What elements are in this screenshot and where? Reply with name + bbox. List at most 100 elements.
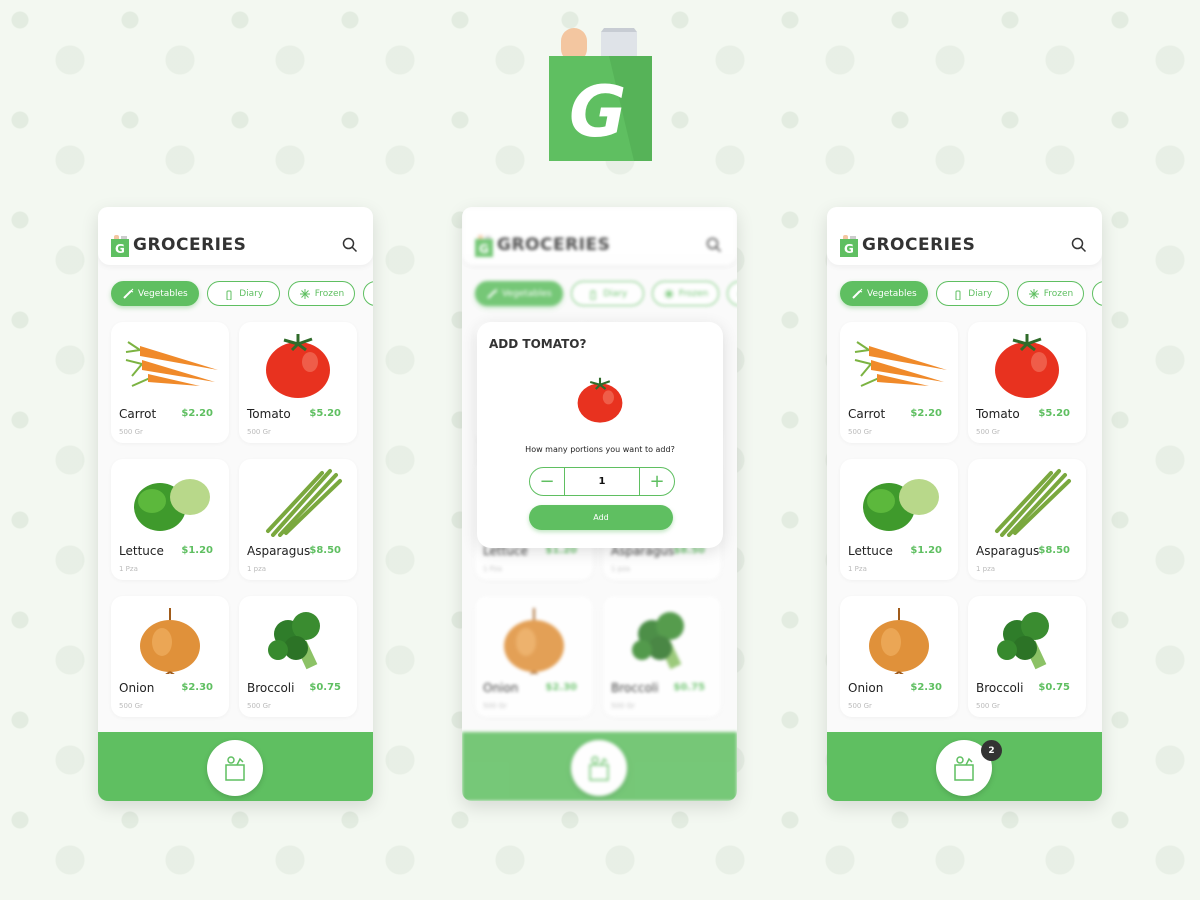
decrement-button[interactable]: −	[530, 468, 564, 495]
category-tab[interactable]: Frozen	[1016, 281, 1085, 306]
search-icon[interactable]	[342, 237, 358, 253]
category-label: Vegetables	[138, 288, 188, 299]
product-price: $0.75	[309, 682, 341, 693]
product-name: Tomato	[247, 407, 291, 421]
category-label: Vegetables	[867, 288, 917, 299]
add-button[interactable]: Add	[529, 505, 673, 530]
app-logo-small: G	[475, 235, 493, 257]
product-name: Lettuce	[119, 544, 164, 558]
svg-text:G: G	[115, 242, 125, 256]
tomato-image	[577, 377, 623, 423]
lettuce-image	[134, 479, 210, 531]
product-price: $8.50	[309, 545, 341, 556]
product-unit: 500 Gr	[247, 428, 271, 436]
app-title: GROCERIES	[862, 235, 976, 255]
category-tab[interactable]: Vegetables	[840, 281, 928, 306]
app-logo-small: G	[111, 235, 129, 257]
grocery-bag-icon	[954, 756, 974, 781]
product-card[interactable]: Carrot $2.20 500 Gr	[840, 322, 958, 443]
app-title: GROCERIES	[497, 235, 611, 255]
product-card[interactable]: Asparagus $8.50 1 pza	[968, 459, 1086, 580]
grocery-bag-icon	[225, 756, 245, 781]
cart-button[interactable]	[207, 740, 263, 796]
product-card[interactable]: Tomato $5.20 500 Gr	[968, 322, 1086, 443]
category-tab[interactable]: Vegetables	[475, 281, 563, 306]
product-price: $2.30	[181, 682, 213, 693]
product-unit: 500 Gr	[976, 428, 1000, 436]
product-price: $1.20	[181, 545, 213, 556]
app-header: G GROCERIES	[462, 207, 737, 265]
phone-screen-cart: G GROCERIES Vegetables Diary Frozen Meat Ca…	[827, 207, 1102, 801]
product-price: $2.20	[181, 408, 213, 419]
product-name: Tomato	[976, 407, 1020, 421]
category-label: Diary	[968, 288, 993, 299]
product-name: Onion	[483, 681, 519, 695]
bottle-icon	[590, 290, 596, 300]
search-icon[interactable]	[706, 237, 722, 253]
cart-button[interactable]	[571, 740, 627, 796]
product-unit: 500 Gr	[247, 702, 271, 710]
svg-text:G: G	[569, 71, 626, 153]
product-unit: 1 Pza	[483, 565, 502, 573]
product-price: $2.30	[545, 682, 577, 693]
dialog-title: ADD TOMATO?	[489, 337, 587, 351]
search-icon[interactable]	[1071, 237, 1087, 253]
app-header: G GROCERIES	[827, 207, 1102, 265]
product-unit: 500 Gr	[976, 702, 1000, 710]
product-unit: 1 pza	[611, 565, 631, 573]
lettuce-image	[863, 479, 939, 531]
category-label: Frozen	[678, 288, 709, 299]
category-tab[interactable]: Diary	[206, 281, 280, 306]
product-price: $5.20	[309, 408, 341, 419]
product-name: Lettuce	[848, 544, 893, 558]
phone-screen-list: G GROCERIES Vegetables Diary Frozen Meat Ca…	[98, 207, 373, 801]
product-card[interactable]: Lettuce $1.20 1 Pza	[840, 459, 958, 580]
product-unit: 500 Gr	[611, 702, 635, 710]
grocery-bag-icon	[589, 756, 609, 781]
product-card[interactable]: Onion $2.30 500 Gr	[475, 596, 593, 717]
product-price: $8.50	[1038, 545, 1070, 556]
category-tab[interactable]: Frozen	[287, 281, 356, 306]
category-tab[interactable]: Diary	[570, 281, 644, 306]
category-tab[interactable]: Frozen	[651, 281, 720, 306]
product-name: Onion	[848, 681, 884, 695]
product-unit: 500 Gr	[848, 428, 872, 436]
carrot-icon	[852, 288, 863, 299]
product-card[interactable]: Asparagus $8.50 1 pza	[239, 459, 357, 580]
product-price: $0.75	[673, 682, 705, 693]
category-tabs: Vegetables Diary Frozen Meat	[475, 281, 737, 306]
increment-button[interactable]: +	[640, 468, 674, 495]
svg-text:G: G	[844, 242, 854, 256]
category-tab[interactable]: Meat	[727, 281, 737, 306]
dialog-question: How many portions you want to add?	[525, 445, 675, 454]
product-unit: 500 Gr	[848, 702, 872, 710]
tomato-image	[995, 334, 1059, 398]
category-tabs: Vegetables Diary Frozen Meat	[840, 281, 1102, 306]
product-card[interactable]: Lettuce $1.20 1 Pza	[111, 459, 229, 580]
quantity-input[interactable]: 1	[564, 468, 640, 495]
product-card[interactable]: Broccoli $0.75 500 Gr	[603, 596, 721, 717]
snowflake-icon	[663, 288, 674, 299]
app-logo: G	[549, 28, 652, 161]
category-tab[interactable]: Diary	[935, 281, 1009, 306]
bottle-icon	[226, 290, 232, 300]
category-tab[interactable]: Vegetables	[111, 281, 199, 306]
product-card[interactable]: Onion $2.30 500 Gr	[840, 596, 958, 717]
svg-text:G: G	[479, 242, 489, 256]
product-card[interactable]: Carrot $2.20 500 Gr	[111, 322, 229, 443]
product-card[interactable]: Broccoli $0.75 500 Gr	[239, 596, 357, 717]
broccoli-image	[997, 612, 1049, 670]
category-tab[interactable]: Meat	[363, 281, 373, 306]
product-unit: 500 Gr	[483, 702, 507, 710]
onion-image	[869, 608, 929, 674]
product-card[interactable]: Tomato $5.20 500 Gr	[239, 322, 357, 443]
bottle-icon	[955, 290, 961, 300]
add-item-dialog: ADD TOMATO? How many portions you want t…	[477, 322, 723, 548]
product-name: Carrot	[848, 407, 886, 421]
product-card[interactable]: Onion $2.30 500 Gr	[111, 596, 229, 717]
product-name: Asparagus	[976, 544, 1040, 558]
category-tab[interactable]: Meat	[1092, 281, 1102, 306]
product-unit: 1 pza	[247, 565, 267, 573]
product-card[interactable]: Broccoli $0.75 500 Gr	[968, 596, 1086, 717]
asparagus-image	[995, 469, 1071, 537]
